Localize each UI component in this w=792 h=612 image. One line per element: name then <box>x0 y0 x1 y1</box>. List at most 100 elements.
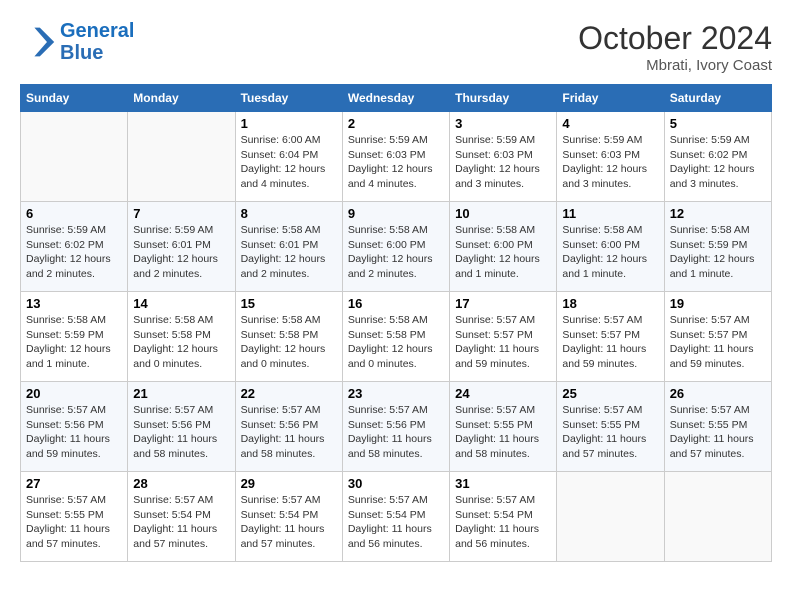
day-number: 1 <box>241 116 337 131</box>
day-number: 23 <box>348 386 444 401</box>
day-info: Sunrise: 5:59 AM Sunset: 6:02 PM Dayligh… <box>670 133 766 192</box>
weekday-header-sunday: Sunday <box>21 85 128 112</box>
day-info: Sunrise: 5:59 AM Sunset: 6:03 PM Dayligh… <box>562 133 658 192</box>
day-info: Sunrise: 5:58 AM Sunset: 6:01 PM Dayligh… <box>241 223 337 282</box>
day-info: Sunrise: 5:59 AM Sunset: 6:03 PM Dayligh… <box>455 133 551 192</box>
day-info: Sunrise: 5:57 AM Sunset: 5:54 PM Dayligh… <box>133 493 229 552</box>
day-info: Sunrise: 5:58 AM Sunset: 6:00 PM Dayligh… <box>562 223 658 282</box>
calendar-cell: 10Sunrise: 5:58 AM Sunset: 6:00 PM Dayli… <box>450 202 557 292</box>
day-number: 27 <box>26 476 122 491</box>
day-info: Sunrise: 5:58 AM Sunset: 5:59 PM Dayligh… <box>26 313 122 372</box>
day-number: 7 <box>133 206 229 221</box>
calendar-cell: 11 Sunrise: 5:58 AM Sunset: 6:00 PM Dayli… <box>557 202 664 292</box>
calendar-cell: 2Sunrise: 5:59 AM Sunset: 6:03 PM Daylig… <box>342 112 449 202</box>
calendar-cell: 9 Sunrise: 5:58 AM Sunset: 6:00 PM Daylig… <box>342 202 449 292</box>
day-info: Sunrise: 5:58 AM Sunset: 5:58 PM Dayligh… <box>348 313 444 372</box>
day-number: 16 <box>348 296 444 311</box>
location-subtitle: Mbrati, Ivory Coast <box>578 57 772 74</box>
logo-text: General Blue <box>60 20 134 64</box>
day-number: 12 <box>670 206 766 221</box>
calendar-cell: 18 Sunrise: 5:57 AM Sunset: 5:57 PM Dayli… <box>557 292 664 382</box>
calendar-cell: 17Sunrise: 5:57 AM Sunset: 5:57 PM Dayli… <box>450 292 557 382</box>
calendar-cell <box>21 112 128 202</box>
calendar-header: SundayMondayTuesdayWednesdayThursdayFrid… <box>21 85 772 112</box>
day-info: Sunrise: 5:59 AM Sunset: 6:02 PM Dayligh… <box>26 223 122 282</box>
day-info: Sunrise: 5:57 AM Sunset: 5:54 PM Dayligh… <box>455 493 551 552</box>
page-header: General Blue October 2024 Mbrati, Ivory … <box>20 20 772 74</box>
day-number: 20 <box>26 386 122 401</box>
day-number: 14 <box>133 296 229 311</box>
weekday-header-saturday: Saturday <box>664 85 771 112</box>
day-number: 28 <box>133 476 229 491</box>
day-info: Sunrise: 5:58 AM Sunset: 5:58 PM Dayligh… <box>133 313 229 372</box>
calendar-cell: 19Sunrise: 5:57 AM Sunset: 5:57 PM Dayli… <box>664 292 771 382</box>
day-info: Sunrise: 5:57 AM Sunset: 5:57 PM Dayligh… <box>562 313 658 372</box>
calendar-cell: 14 Sunrise: 5:58 AM Sunset: 5:58 PM Dayli… <box>128 292 235 382</box>
calendar-cell: 29Sunrise: 5:57 AM Sunset: 5:54 PM Dayli… <box>235 472 342 562</box>
day-info: Sunrise: 5:58 AM Sunset: 5:58 PM Dayligh… <box>241 313 337 372</box>
day-info: Sunrise: 5:58 AM Sunset: 6:00 PM Dayligh… <box>455 223 551 282</box>
calendar-week-2: 6 Sunrise: 5:59 AM Sunset: 6:02 PM Daylig… <box>21 202 772 292</box>
day-number: 21 <box>133 386 229 401</box>
day-number: 9 <box>348 206 444 221</box>
calendar-week-5: 27 Sunrise: 5:57 AM Sunset: 5:55 PM Dayli… <box>21 472 772 562</box>
day-number: 26 <box>670 386 766 401</box>
calendar-week-3: 13 Sunrise: 5:58 AM Sunset: 5:59 PM Dayli… <box>21 292 772 382</box>
day-info: Sunrise: 5:57 AM Sunset: 5:54 PM Dayligh… <box>241 493 337 552</box>
day-number: 25 <box>562 386 658 401</box>
day-number: 3 <box>455 116 551 131</box>
title-block: October 2024 Mbrati, Ivory Coast <box>578 20 772 74</box>
calendar-cell: 12 Sunrise: 5:58 AM Sunset: 5:59 PM Dayli… <box>664 202 771 292</box>
weekday-header-monday: Monday <box>128 85 235 112</box>
day-number: 22 <box>241 386 337 401</box>
day-number: 30 <box>348 476 444 491</box>
logo: General Blue <box>20 20 134 64</box>
weekday-header-row: SundayMondayTuesdayWednesdayThursdayFrid… <box>21 85 772 112</box>
logo-general: General <box>60 20 134 42</box>
calendar-cell: 26Sunrise: 5:57 AM Sunset: 5:55 PM Dayli… <box>664 382 771 472</box>
logo-icon <box>20 24 56 60</box>
day-info: Sunrise: 5:57 AM Sunset: 5:55 PM Dayligh… <box>26 493 122 552</box>
calendar-cell: 3 Sunrise: 5:59 AM Sunset: 6:03 PM Daylig… <box>450 112 557 202</box>
day-number: 5 <box>670 116 766 131</box>
calendar-cell: 31Sunrise: 5:57 AM Sunset: 5:54 PM Dayli… <box>450 472 557 562</box>
calendar-cell: 24Sunrise: 5:57 AM Sunset: 5:55 PM Dayli… <box>450 382 557 472</box>
calendar-cell: 13 Sunrise: 5:58 AM Sunset: 5:59 PM Dayli… <box>21 292 128 382</box>
calendar-cell: 27 Sunrise: 5:57 AM Sunset: 5:55 PM Dayli… <box>21 472 128 562</box>
calendar-cell <box>664 472 771 562</box>
calendar-week-1: 1 Sunrise: 6:00 AM Sunset: 6:04 PM Daylig… <box>21 112 772 202</box>
calendar-cell: 6 Sunrise: 5:59 AM Sunset: 6:02 PM Daylig… <box>21 202 128 292</box>
calendar-cell: 25Sunrise: 5:57 AM Sunset: 5:55 PM Dayli… <box>557 382 664 472</box>
calendar-cell <box>128 112 235 202</box>
weekday-header-thursday: Thursday <box>450 85 557 112</box>
calendar-cell: 23 Sunrise: 5:57 AM Sunset: 5:56 PM Dayli… <box>342 382 449 472</box>
weekday-header-wednesday: Wednesday <box>342 85 449 112</box>
day-number: 6 <box>26 206 122 221</box>
day-info: Sunrise: 5:59 AM Sunset: 6:03 PM Dayligh… <box>348 133 444 192</box>
day-number: 13 <box>26 296 122 311</box>
calendar-week-4: 20 Sunrise: 5:57 AM Sunset: 5:56 PM Dayli… <box>21 382 772 472</box>
calendar-cell: 8 Sunrise: 5:58 AM Sunset: 6:01 PM Daylig… <box>235 202 342 292</box>
day-info: Sunrise: 5:58 AM Sunset: 6:00 PM Dayligh… <box>348 223 444 282</box>
weekday-header-friday: Friday <box>557 85 664 112</box>
calendar-cell: 4Sunrise: 5:59 AM Sunset: 6:03 PM Daylig… <box>557 112 664 202</box>
day-info: Sunrise: 6:00 AM Sunset: 6:04 PM Dayligh… <box>241 133 337 192</box>
calendar-cell: 30 Sunrise: 5:57 AM Sunset: 5:54 PM Dayli… <box>342 472 449 562</box>
day-info: Sunrise: 5:57 AM Sunset: 5:56 PM Dayligh… <box>26 403 122 462</box>
weekday-header-tuesday: Tuesday <box>235 85 342 112</box>
day-info: Sunrise: 5:58 AM Sunset: 5:59 PM Dayligh… <box>670 223 766 282</box>
day-info: Sunrise: 5:59 AM Sunset: 6:01 PM Dayligh… <box>133 223 229 282</box>
day-info: Sunrise: 5:57 AM Sunset: 5:57 PM Dayligh… <box>670 313 766 372</box>
day-info: Sunrise: 5:57 AM Sunset: 5:56 PM Dayligh… <box>348 403 444 462</box>
day-number: 11 <box>562 206 658 221</box>
logo-blue: Blue <box>60 42 134 64</box>
day-number: 18 <box>562 296 658 311</box>
calendar-cell: 7 Sunrise: 5:59 AM Sunset: 6:01 PM Daylig… <box>128 202 235 292</box>
day-number: 17 <box>455 296 551 311</box>
calendar-table: SundayMondayTuesdayWednesdayThursdayFrid… <box>20 84 772 562</box>
calendar-cell: 28 Sunrise: 5:57 AM Sunset: 5:54 PM Dayli… <box>128 472 235 562</box>
day-number: 8 <box>241 206 337 221</box>
day-number: 24 <box>455 386 551 401</box>
day-info: Sunrise: 5:57 AM Sunset: 5:54 PM Dayligh… <box>348 493 444 552</box>
calendar-cell: 5 Sunrise: 5:59 AM Sunset: 6:02 PM Daylig… <box>664 112 771 202</box>
